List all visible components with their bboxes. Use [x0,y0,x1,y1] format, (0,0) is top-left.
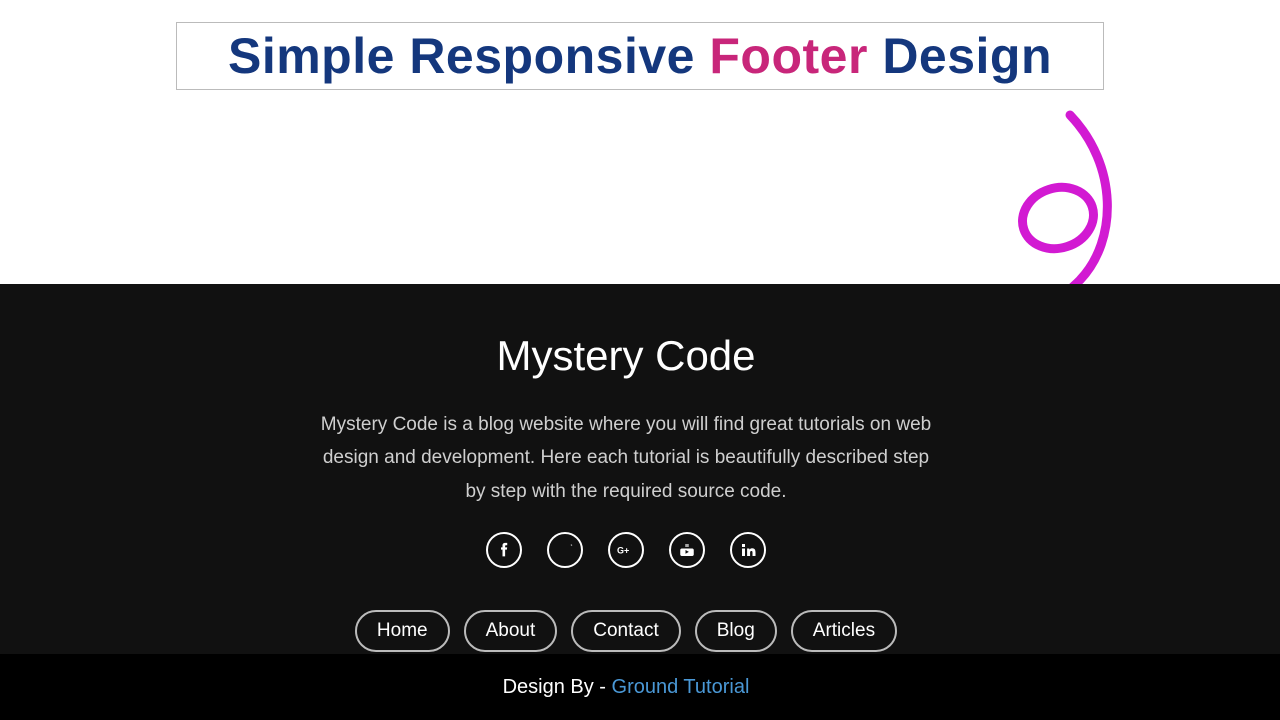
footer-description: Mystery Code is a blog website where you… [316,408,936,508]
footer-main: Mystery Code Mystery Code is a blog webs… [0,284,1280,652]
twitter-icon[interactable] [547,532,583,568]
google-plus-icon[interactable]: G+ [608,532,644,568]
page-title: Simple Responsive Footer Design [228,27,1052,85]
credit-text: Design By - Ground Tutorial [503,676,750,699]
facebook-icon[interactable] [486,532,522,568]
linkedin-icon[interactable] [730,532,766,568]
nav-about[interactable]: About [464,610,558,652]
credit-prefix: Design By - [503,676,612,698]
title-highlight: Footer [709,28,868,84]
page-title-box: Simple Responsive Footer Design [176,22,1104,90]
footer-section: Mystery Code Mystery Code is a blog webs… [0,284,1280,654]
svg-text:G+: G+ [617,545,629,555]
social-icons-row: G+ [486,532,766,568]
credit-bar: Design By - Ground Tutorial [0,654,1280,720]
footer-title: Mystery Code [496,332,755,380]
nav-blog[interactable]: Blog [695,610,777,652]
title-post: Design [868,28,1052,84]
nav-home[interactable]: Home [355,610,450,652]
nav-contact[interactable]: Contact [571,610,680,652]
footer-nav-row: Home About Contact Blog Articles [355,610,897,652]
youtube-icon[interactable] [669,532,705,568]
nav-articles[interactable]: Articles [791,610,897,652]
title-pre: Simple Responsive [228,28,709,84]
credit-link[interactable]: Ground Tutorial [612,676,750,698]
